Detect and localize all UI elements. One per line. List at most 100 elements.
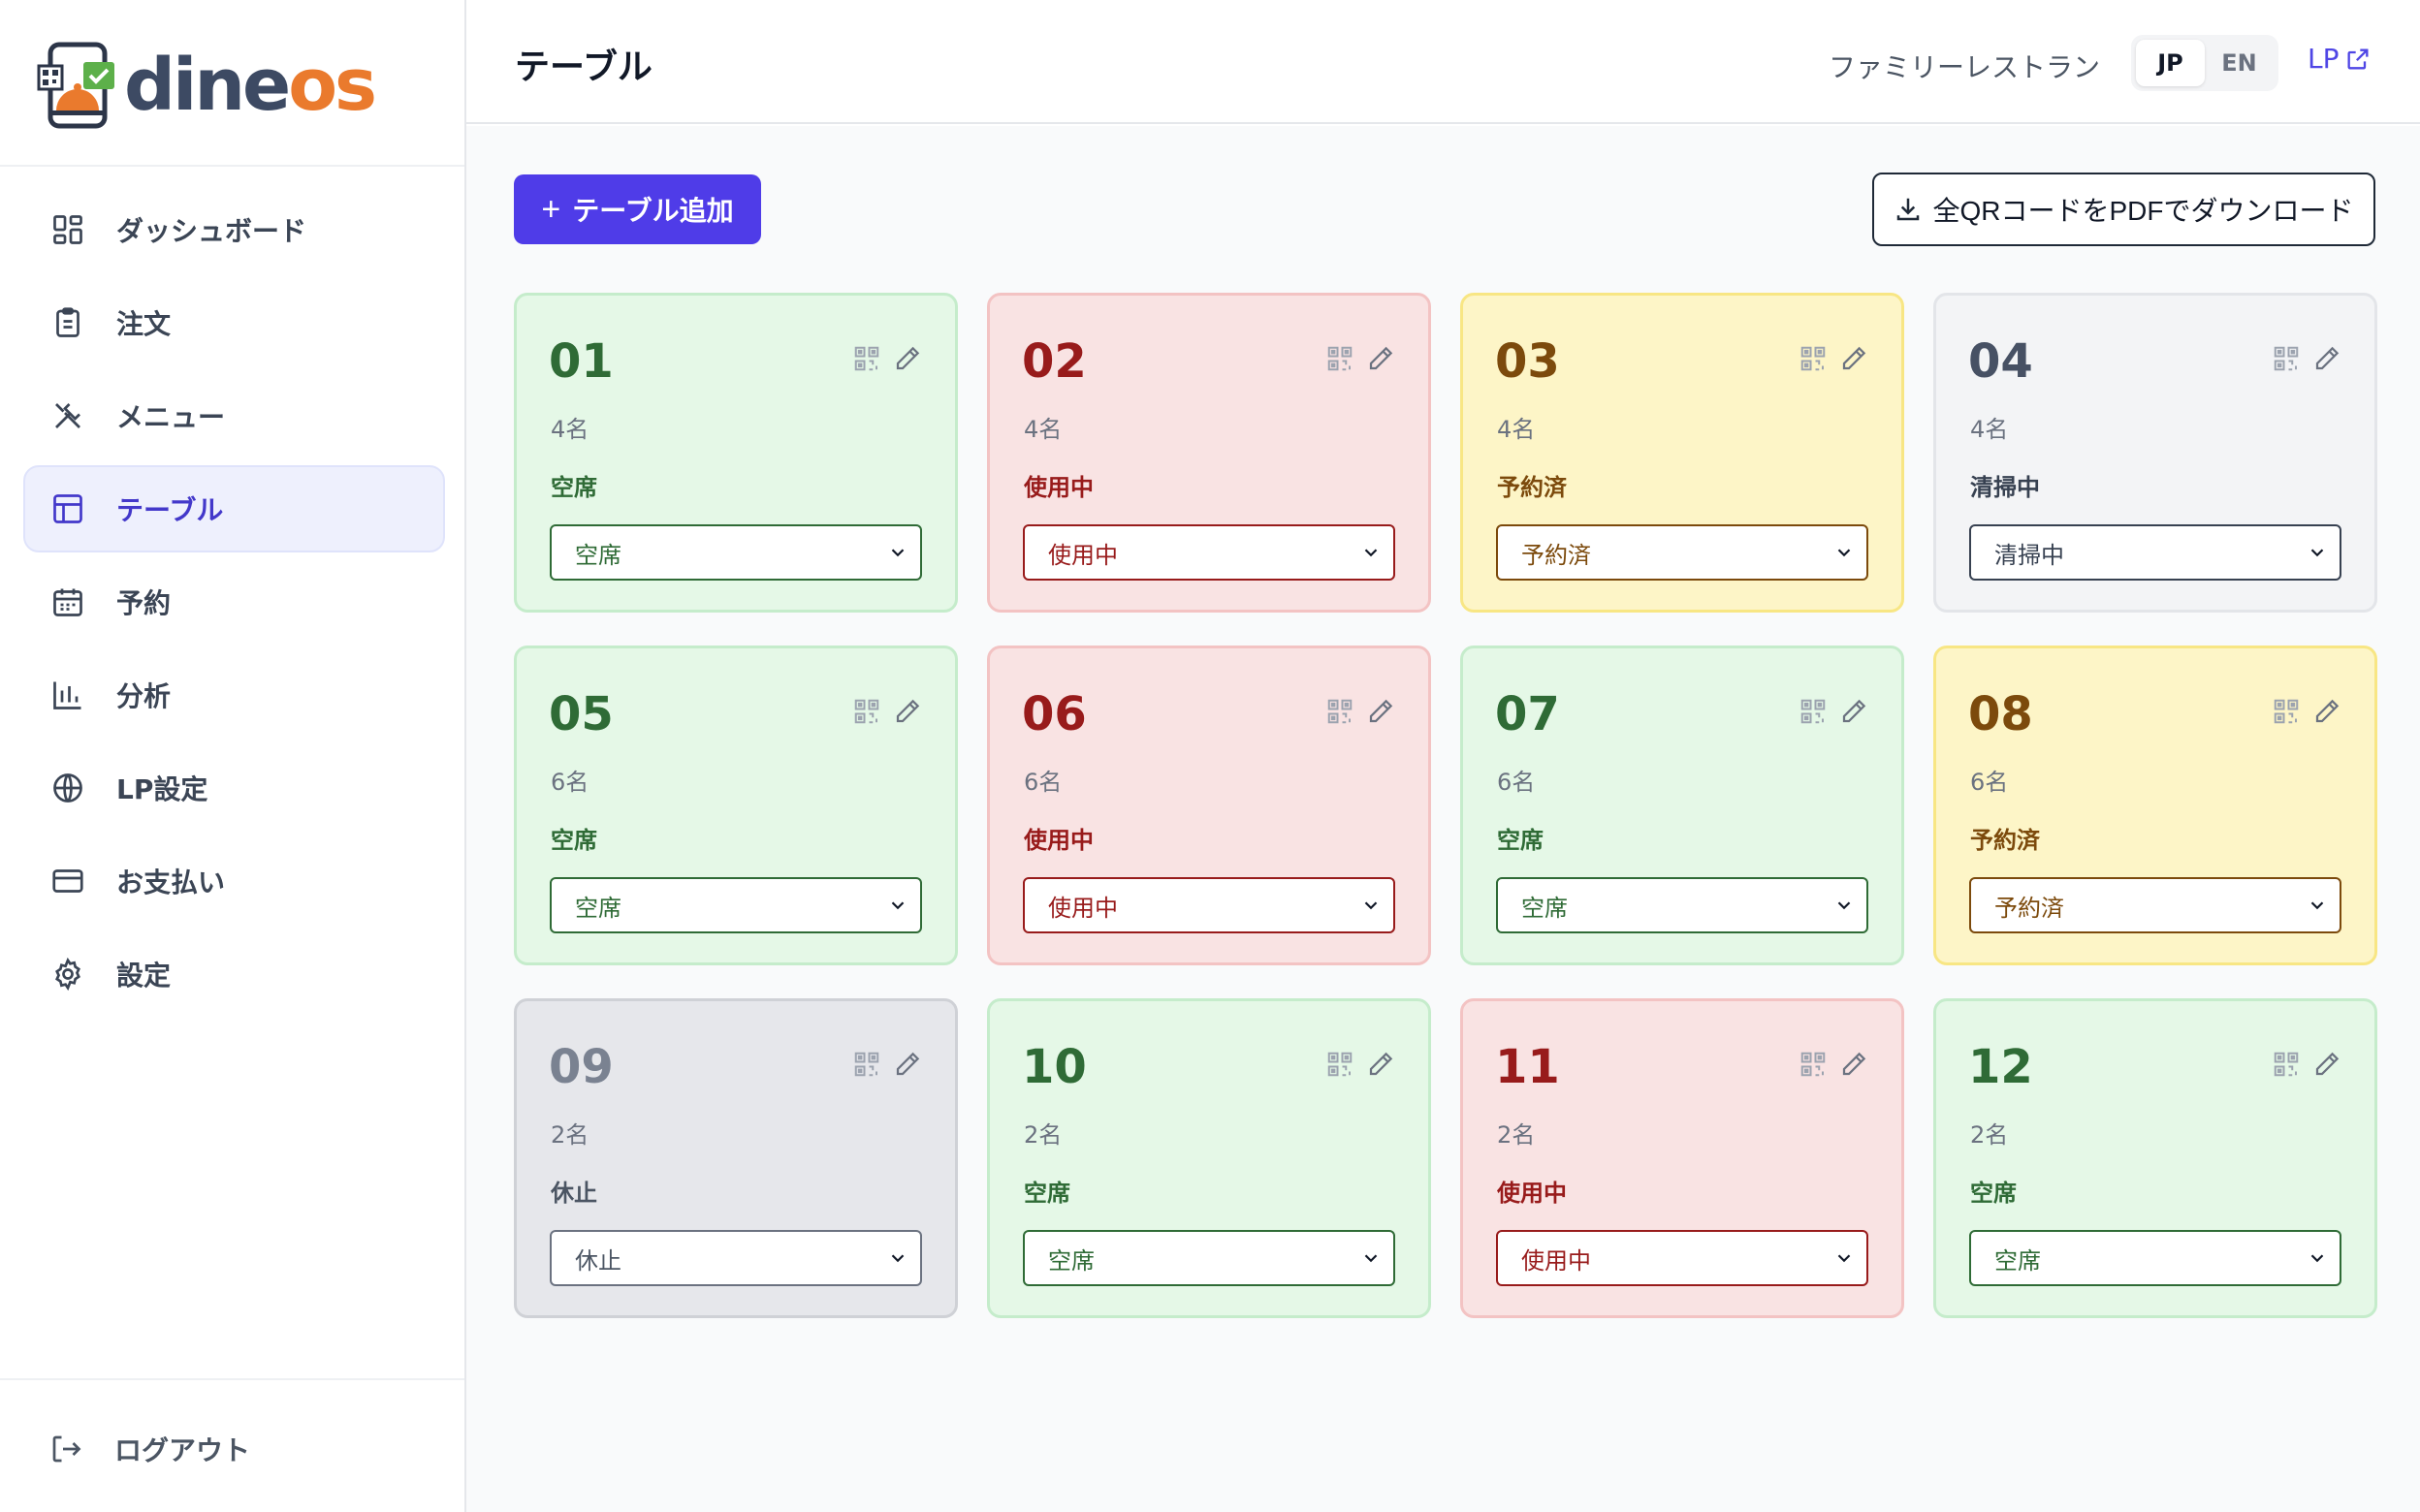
status-select-value: 使用中 (1048, 894, 1118, 922)
qr-code-icon[interactable] (1325, 344, 1354, 373)
qr-code-icon[interactable] (852, 697, 881, 726)
status-select-value: 空席 (1521, 894, 1568, 922)
brand-logo[interactable]: dineos (37, 37, 377, 134)
chevron-down-icon (1360, 895, 1382, 916)
edit-pencil-icon[interactable] (893, 1050, 922, 1079)
table-card[interactable]: 09 2名 休止 休止 (514, 998, 958, 1318)
table-number: 09 (549, 1040, 614, 1094)
status-select[interactable]: 空席 (1023, 1230, 1395, 1286)
download-qr-pdf-button[interactable]: 全QRコードをPDFでダウンロード (1872, 173, 2375, 246)
qr-code-icon[interactable] (1325, 697, 1354, 726)
table-card[interactable]: 01 4名 空席 空席 (514, 293, 958, 613)
edit-pencil-icon[interactable] (1366, 1050, 1395, 1079)
table-capacity: 2名 (1970, 1121, 2009, 1149)
table-card[interactable]: 07 6名 空席 空席 (1460, 646, 1904, 965)
status-select[interactable]: 使用中 (1023, 524, 1395, 581)
status-select-value: 休止 (575, 1246, 621, 1275)
card-actions (1799, 697, 1868, 726)
qr-code-icon[interactable] (852, 1050, 881, 1079)
plus-icon: + (541, 190, 561, 228)
sidebar-item-orders[interactable]: 注文 (23, 279, 445, 366)
status-select[interactable]: 使用中 (1496, 1230, 1868, 1286)
qr-code-icon[interactable] (2272, 344, 2301, 373)
calendar-icon (50, 584, 85, 619)
add-table-button[interactable]: + テーブル追加 (514, 174, 761, 244)
table-status-label: 使用中 (1024, 474, 1094, 501)
status-select[interactable]: 休止 (550, 1230, 922, 1286)
status-select[interactable]: 予約済 (1969, 877, 2341, 933)
edit-pencil-icon[interactable] (2312, 697, 2341, 726)
sidebar-item-menu[interactable]: メニュー (23, 372, 445, 459)
status-select[interactable]: 空席 (1969, 1230, 2341, 1286)
sidebar-item-label: お支払い (116, 866, 226, 898)
chevron-down-icon (1833, 542, 1855, 563)
sidebar-item-dashboard[interactable]: ダッシュボード (23, 186, 445, 273)
edit-pencil-icon[interactable] (893, 344, 922, 373)
lp-link[interactable]: LP (2308, 43, 2372, 75)
card-actions (1325, 1050, 1395, 1079)
table-card[interactable]: 04 4名 清掃中 清掃中 (1933, 293, 2377, 613)
table-card[interactable]: 06 6名 使用中 使用中 (987, 646, 1431, 965)
status-select[interactable]: 予約済 (1496, 524, 1868, 581)
table-capacity: 6名 (1970, 769, 2009, 796)
lang-en-button[interactable]: EN (2205, 40, 2274, 86)
sidebar-item-lp-settings[interactable]: LP設定 (23, 744, 445, 832)
qr-code-icon[interactable] (2272, 1050, 2301, 1079)
card-actions (1325, 344, 1395, 373)
card-actions (2272, 697, 2341, 726)
qr-code-icon[interactable] (852, 344, 881, 373)
table-card[interactable]: 02 4名 使用中 使用中 (987, 293, 1431, 613)
sidebar-item-label: 分析 (116, 680, 172, 712)
sidebar-item-analytics[interactable]: 分析 (23, 651, 445, 739)
table-number: 05 (549, 687, 614, 741)
edit-pencil-icon[interactable] (1839, 344, 1868, 373)
status-select[interactable]: 空席 (550, 524, 922, 581)
logout-button[interactable]: ログアウト (48, 1405, 250, 1493)
table-card[interactable]: 12 2名 空席 空席 (1933, 998, 2377, 1318)
status-select[interactable]: 使用中 (1023, 877, 1395, 933)
sidebar-item-label: 設定 (116, 960, 172, 992)
status-select-value: 清掃中 (1994, 541, 2064, 569)
table-capacity: 4名 (1970, 416, 2009, 443)
divider (0, 1378, 464, 1380)
table-card[interactable]: 05 6名 空席 空席 (514, 646, 958, 965)
edit-pencil-icon[interactable] (1366, 697, 1395, 726)
table-card[interactable]: 10 2名 空席 空席 (987, 998, 1431, 1318)
sidebar-item-label: メニュー (116, 401, 226, 433)
status-select[interactable]: 空席 (1496, 877, 1868, 933)
restaurant-name: ファミリーレストラン (1829, 51, 2101, 83)
chevron-down-icon (887, 542, 908, 563)
table-card[interactable]: 08 6名 予約済 予約済 (1933, 646, 2377, 965)
card-actions (1799, 344, 1868, 373)
edit-pencil-icon[interactable] (2312, 1050, 2341, 1079)
qr-code-icon[interactable] (1799, 1050, 1828, 1079)
clipboard-icon (50, 305, 85, 340)
sidebar-item-tables[interactable]: テーブル (23, 465, 445, 552)
sidebar-item-payments[interactable]: お支払い (23, 837, 445, 925)
table-card[interactable]: 03 4名 予約済 予約済 (1460, 293, 1904, 613)
edit-pencil-icon[interactable] (893, 697, 922, 726)
qr-code-icon[interactable] (1799, 344, 1828, 373)
lang-jp-button[interactable]: JP (2136, 40, 2205, 86)
qr-code-icon[interactable] (2272, 697, 2301, 726)
table-status-label: 清掃中 (1970, 474, 2040, 501)
chevron-down-icon (2307, 542, 2328, 563)
edit-pencil-icon[interactable] (2312, 344, 2341, 373)
table-card[interactable]: 11 2名 使用中 使用中 (1460, 998, 1904, 1318)
status-select[interactable]: 清掃中 (1969, 524, 2341, 581)
qr-code-icon[interactable] (1799, 697, 1828, 726)
sidebar-item-reservations[interactable]: 予約 (23, 558, 445, 646)
card-actions (2272, 344, 2341, 373)
table-number: 12 (1968, 1040, 2033, 1094)
logo-icon (37, 42, 114, 129)
qr-code-icon[interactable] (1325, 1050, 1354, 1079)
status-select-value: 予約済 (1994, 894, 2064, 922)
edit-pencil-icon[interactable] (1366, 344, 1395, 373)
lp-link-label: LP (2308, 43, 2340, 75)
status-select[interactable]: 空席 (550, 877, 922, 933)
sidebar: dineos ダッシュボード 注文 メニュー テーブル 予約 分析 LP設定 お… (0, 0, 466, 1512)
edit-pencil-icon[interactable] (1839, 1050, 1868, 1079)
edit-pencil-icon[interactable] (1839, 697, 1868, 726)
card-actions (852, 697, 922, 726)
sidebar-item-settings[interactable]: 設定 (23, 930, 445, 1018)
